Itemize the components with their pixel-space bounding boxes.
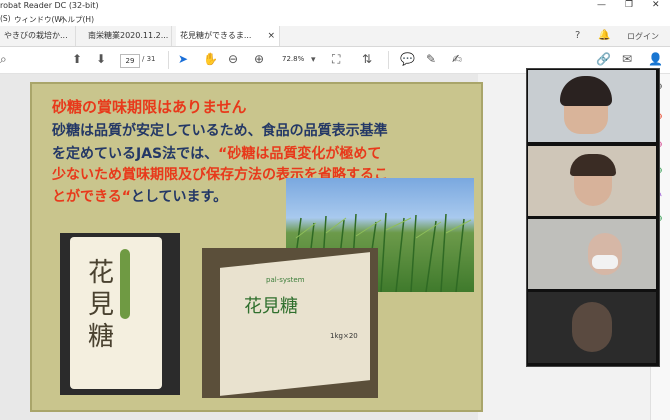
slide-text-segment: としています。: [130, 189, 228, 205]
video-tile-1[interactable]: [528, 70, 656, 142]
tab-label: やきびの栽培か...: [4, 31, 68, 40]
video-tile-4[interactable]: [528, 292, 656, 363]
sugar-bag-green-leaf: [120, 249, 130, 319]
comment-icon[interactable]: 💬: [400, 52, 415, 66]
previous-page-icon[interactable]: ⬆: [72, 52, 82, 66]
sugar-bag-label: 花見糖: [88, 258, 115, 352]
bell-icon[interactable]: 🔔: [598, 30, 610, 41]
slide-text-quote: “砂糖は品質変化が極めて: [218, 146, 382, 162]
mail-icon[interactable]: ✉: [622, 52, 632, 66]
carton-label: 花見糖: [244, 296, 298, 317]
user-icon[interactable]: 👤: [648, 52, 663, 66]
zoom-in-icon[interactable]: ⊕: [254, 52, 264, 66]
carton-weight: 1kg×20: [330, 332, 358, 340]
sugar-carton-photo: pal-system 花見糖 1kg×20: [202, 248, 378, 398]
tab-label: 南栄糖業2020.11.2...: [88, 31, 169, 40]
fit-page-icon[interactable]: ⛶: [332, 52, 340, 66]
tab-nanei[interactable]: 南栄糖業2020.11.2...: [84, 26, 172, 46]
window-title: robat Reader DC (32-bit): [0, 1, 99, 10]
video-tile-3[interactable]: [528, 219, 656, 289]
menu-item-view[interactable]: (S): [0, 14, 11, 23]
restore-button[interactable]: ❐: [625, 0, 633, 10]
search-icon[interactable]: ⌕: [0, 52, 7, 66]
slide-text-line-1: 砂糖は品質が安定しているため、食品の品質表示基準: [52, 123, 388, 139]
highlight-pen-icon[interactable]: ✎: [426, 52, 436, 66]
page-total: / 31: [142, 55, 156, 63]
video-tile-2[interactable]: [528, 146, 656, 216]
slide-text-line-4: とができる“としています。: [52, 186, 227, 206]
minimize-button[interactable]: —: [597, 0, 606, 10]
sugar-bag-photo: 花見糖: [60, 233, 180, 395]
hand-tool-icon[interactable]: ✋: [203, 52, 218, 66]
next-page-icon[interactable]: ⬇: [96, 52, 106, 66]
participant-avatar: [572, 302, 612, 352]
select-cursor-icon[interactable]: ➤: [178, 52, 188, 66]
menu-item-help[interactable]: ヘルプ(H): [60, 14, 94, 25]
page-number-input[interactable]: 29: [120, 54, 140, 68]
tab-label: 花見糖ができるま...: [180, 31, 252, 40]
participant-mask: [592, 255, 618, 269]
zoom-out-icon[interactable]: ⊖: [228, 52, 238, 66]
zoom-dropdown-icon[interactable]: ▾: [311, 53, 316, 67]
participant-hair: [560, 76, 612, 106]
title-bar: robat Reader DC (32-bit) — ❐ ✕: [0, 0, 670, 13]
carton-brand: pal-system: [266, 276, 305, 284]
zoom-level-select[interactable]: 72.8%: [282, 55, 304, 63]
share-link-icon[interactable]: 🔗: [596, 52, 611, 66]
scroll-mode-icon[interactable]: ⇅: [362, 52, 372, 66]
close-button[interactable]: ✕: [652, 0, 660, 10]
slide-text-quote-end: とができる“: [52, 189, 131, 205]
sugar-carton: [220, 252, 370, 396]
menu-bar: (S) ウィンドウ(W) ヘルプ(H): [0, 13, 670, 26]
menu-item-window[interactable]: ウィンドウ(W): [14, 14, 65, 25]
toolbar-divider: [388, 51, 389, 69]
tab-close-icon[interactable]: ×: [267, 26, 275, 46]
toolbar-divider: [168, 51, 169, 69]
help-icon[interactable]: ?: [575, 30, 580, 41]
tab-bar: やきびの栽培か... 南栄糖業2020.11.2... 花見糖ができるま... …: [0, 26, 670, 47]
participant-hair: [570, 154, 616, 176]
login-button[interactable]: ログイン: [627, 31, 659, 42]
tab-sugarcane[interactable]: やきびの栽培か...: [0, 26, 76, 46]
tab-hanamito[interactable]: 花見糖ができるま... ×: [176, 26, 280, 46]
slide-text-line-2: を定めているJAS法では、“砂糖は品質変化が極めて: [52, 143, 381, 163]
slide-title: 砂糖の賞味期限はありません: [52, 98, 247, 116]
sign-icon[interactable]: ✍: [452, 52, 462, 66]
slide-text-segment: を定めているJAS法では、: [52, 146, 219, 162]
